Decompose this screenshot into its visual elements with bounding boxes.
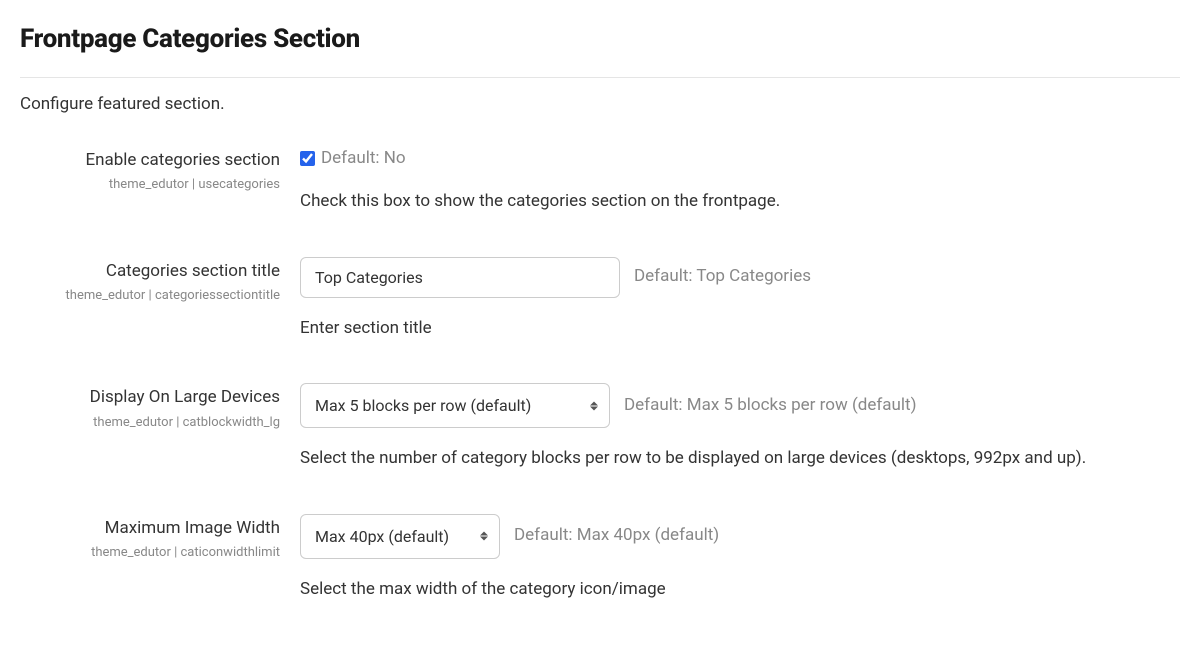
section-title: Frontpage Categories Section (20, 20, 1180, 59)
inline-group: Max 40px (default) Default: Max 40px (de… (300, 514, 1180, 559)
display-large-select[interactable]: Max 5 blocks per row (default) (300, 383, 610, 428)
field-display-large: Display On Large Devices theme_edutor | … (20, 383, 1180, 500)
field-key: theme_edutor | caticonwidthlimit (20, 543, 280, 563)
label-col: Maximum Image Width theme_edutor | catic… (20, 514, 300, 563)
control-col: Default: No Check this box to show the c… (300, 146, 1180, 243)
default-text: Default: Top Categories (634, 264, 811, 290)
field-key: theme_edutor | categoriessectiontitle (20, 286, 280, 306)
image-width-select[interactable]: Max 40px (default) (300, 514, 500, 559)
field-categories-title: Categories section title theme_edutor | … (20, 257, 1180, 370)
field-label: Categories section title (20, 259, 280, 285)
label-col: Categories section title theme_edutor | … (20, 257, 300, 306)
help-text: Select the max width of the category ico… (300, 577, 1120, 603)
categories-title-input[interactable] (300, 257, 620, 298)
control-col: Default: Top Categories Enter section ti… (300, 257, 1180, 370)
help-text: Enter section title (300, 316, 1120, 342)
default-text: Default: No (321, 146, 406, 172)
section-divider (20, 77, 1180, 78)
enable-checkbox[interactable] (300, 151, 315, 166)
control-col: Max 40px (default) Default: Max 40px (de… (300, 514, 1180, 603)
select-wrap: Max 40px (default) (300, 514, 500, 559)
field-label: Maximum Image Width (20, 516, 280, 542)
default-text: Default: Max 40px (default) (514, 523, 719, 549)
field-label: Enable categories section (20, 148, 280, 174)
field-label: Display On Large Devices (20, 385, 280, 411)
field-key: theme_edutor | catblockwidth_lg (20, 413, 280, 433)
field-enable-categories: Enable categories section theme_edutor |… (20, 146, 1180, 243)
label-col: Display On Large Devices theme_edutor | … (20, 383, 300, 432)
inline-group: Max 5 blocks per row (default) Default: … (300, 383, 1180, 428)
field-key: theme_edutor | usecategories (20, 175, 280, 195)
default-text: Default: Max 5 blocks per row (default) (624, 393, 917, 419)
field-image-width: Maximum Image Width theme_edutor | catic… (20, 514, 1180, 603)
inline-group: Default: Top Categories (300, 257, 1180, 298)
section-description: Configure featured section. (20, 92, 1180, 118)
label-col: Enable categories section theme_edutor |… (20, 146, 300, 195)
help-text: Select the number of category blocks per… (300, 446, 1120, 472)
select-wrap: Max 5 blocks per row (default) (300, 383, 610, 428)
help-text: Check this box to show the categories se… (300, 189, 1120, 215)
control-col: Max 5 blocks per row (default) Default: … (300, 383, 1180, 500)
checkbox-row: Default: No (300, 146, 1180, 172)
